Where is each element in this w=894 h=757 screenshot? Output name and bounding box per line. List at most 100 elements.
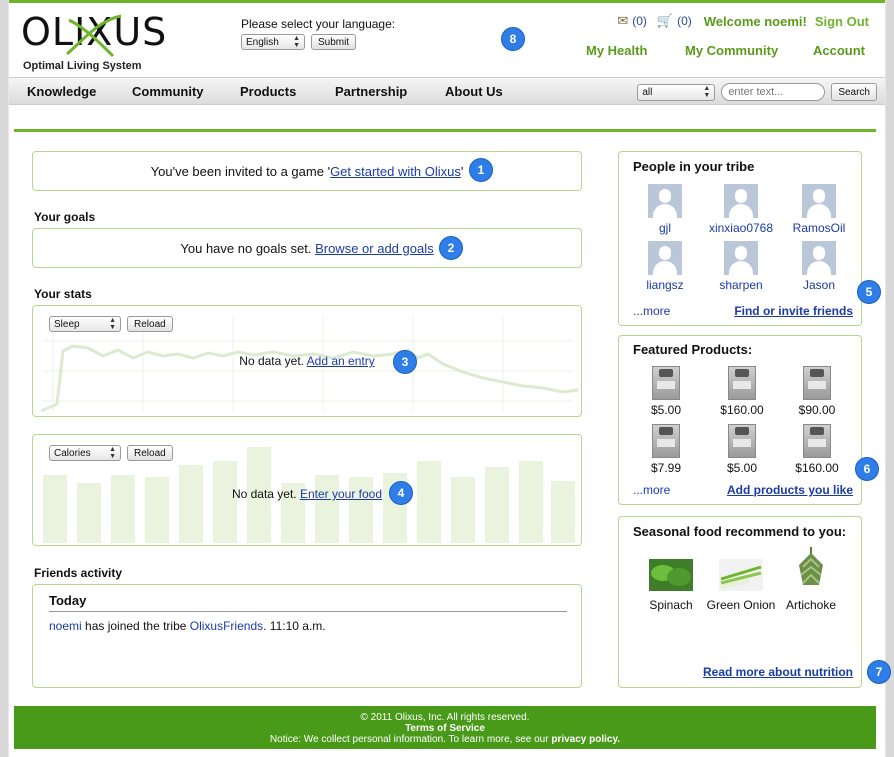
read-more-nutrition-link[interactable]: Read more about nutrition	[703, 665, 853, 679]
select-arrows-icon: ▲ ▼	[703, 85, 711, 99]
menu-about-us[interactable]: About Us	[445, 84, 503, 99]
annotation-badge-2: 2	[439, 236, 463, 260]
tribe-box: People in your tribe gjl xinxiao0768 Ram…	[618, 151, 862, 326]
annotation-badge-7: 7	[867, 660, 891, 684]
find-invite-friends-link[interactable]: Find or invite friends	[734, 304, 853, 318]
select-arrows-icon: ▲ ▼	[109, 446, 116, 460]
select-arrows-icon: ▲ ▼	[293, 35, 300, 49]
sleep-select[interactable]: Sleep ▲ ▼	[49, 316, 121, 332]
user-bar: ✉ (0) 🛒 (0) Welcome noemi! Sign Out	[617, 13, 869, 29]
sleep-reload-button[interactable]: Reload	[127, 316, 173, 332]
sleep-chart-box: Sleep ▲ ▼ Reload No data yet. Add an entr…	[32, 305, 582, 417]
menu-products[interactable]: Products	[240, 84, 296, 99]
food-item[interactable]: Artichoke	[775, 545, 847, 612]
cart-icon[interactable]: 🛒	[657, 13, 673, 29]
avatar-icon	[802, 184, 836, 218]
search-scope-select[interactable]: all ▲ ▼	[637, 83, 716, 101]
nav-account[interactable]: Account	[813, 43, 865, 58]
activity-divider	[49, 611, 567, 612]
product-item[interactable]: $5.00	[631, 366, 701, 417]
sign-out-link[interactable]: Sign Out	[815, 14, 869, 29]
products-more-link[interactable]: ...more	[633, 483, 670, 497]
invite-text: You've been invited to a game '	[150, 164, 331, 179]
browse-goals-link[interactable]: Browse or add goals	[315, 241, 434, 256]
food-item[interactable]: Green Onion	[705, 559, 777, 612]
tribe-member[interactable]: sharpen	[701, 241, 781, 292]
nav-my-health[interactable]: My Health	[586, 43, 647, 58]
avatar-icon	[648, 241, 682, 275]
language-select[interactable]: English ▲ ▼	[241, 34, 305, 50]
olixus-logo[interactable]: OLIXUS Optimal Living System	[21, 10, 171, 74]
privacy-policy-link[interactable]: privacy policy.	[551, 734, 620, 745]
annotation-badge-8: 8	[501, 27, 525, 51]
messages-count[interactable]: (0)	[632, 14, 647, 28]
product-item[interactable]: $5.00	[707, 424, 777, 475]
tribe-member[interactable]: xinxiao0768	[701, 184, 781, 235]
copyright-text: © 2011 Olixus, Inc. All rights reserved.	[360, 712, 530, 723]
tribe-member[interactable]: RamosOil	[779, 184, 859, 235]
product-jar-icon	[728, 366, 756, 400]
annotation-badge-6: 6	[855, 457, 879, 481]
activity-tribe-link[interactable]: OlixusFriends	[190, 619, 263, 633]
content-divider	[14, 129, 876, 132]
main-navbar: Knowledge Community Products Partnership…	[9, 77, 885, 105]
annotation-badge-1: 1	[469, 158, 493, 182]
calories-no-data-text: No data yet.	[231, 487, 300, 501]
cart-count[interactable]: (0)	[677, 14, 692, 28]
avatar-icon	[724, 241, 758, 275]
activity-entry: noemi has joined the tribe OlixusFriends…	[49, 619, 326, 633]
tribe-title: People in your tribe	[633, 159, 755, 174]
product-item[interactable]: $7.99	[631, 424, 701, 475]
avatar-icon	[724, 184, 758, 218]
terms-link[interactable]: Terms of Service	[14, 723, 876, 734]
tribe-member[interactable]: liangsz	[625, 241, 705, 292]
food-item[interactable]: Spinach	[635, 559, 707, 612]
invite-suffix: '	[460, 164, 464, 179]
language-prompt: Please select your language:	[241, 17, 396, 31]
logo-swoosh-icon	[66, 14, 122, 58]
menu-partnership[interactable]: Partnership	[335, 84, 407, 99]
activity-day-heading: Today	[49, 593, 87, 608]
friends-activity-heading: Friends activity	[34, 566, 123, 580]
featured-products-box: Featured Products: $5.00 $160.00 $90.00 …	[618, 335, 862, 505]
language-submit-button[interactable]: Submit	[311, 34, 357, 50]
product-jar-icon	[728, 424, 756, 458]
product-item[interactable]: $160.00	[707, 366, 777, 417]
add-products-link[interactable]: Add products you like	[727, 483, 853, 497]
invite-box: You've been invited to a game 'Get start…	[32, 151, 582, 191]
product-jar-icon	[803, 366, 831, 400]
calories-reload-button[interactable]: Reload	[127, 445, 173, 461]
friends-activity-box: Today noemi has joined the tribe OlixusF…	[32, 584, 582, 688]
tribe-member[interactable]: Jason	[779, 241, 859, 292]
search-button[interactable]: Search	[831, 83, 877, 101]
messages-icon[interactable]: ✉	[617, 13, 628, 29]
stats-heading: Your stats	[34, 287, 92, 301]
page: OLIXUS Optimal Living System Please sele…	[8, 0, 891, 757]
tribe-member[interactable]: gjl	[625, 184, 705, 235]
calories-select[interactable]: Calories ▲ ▼	[49, 445, 121, 461]
seasonal-title: Seasonal food recommend to you:	[633, 524, 847, 539]
menu-knowledge[interactable]: Knowledge	[27, 84, 96, 99]
nav-my-community[interactable]: My Community	[685, 43, 778, 58]
search-input[interactable]: enter text...	[721, 83, 826, 101]
annotation-badge-3: 3	[393, 350, 417, 374]
product-item[interactable]: $160.00	[782, 424, 852, 475]
top-accent-line	[9, 0, 885, 3]
invite-game-link[interactable]: Get started with Olixus	[330, 164, 461, 179]
enter-food-link[interactable]: Enter your food	[300, 487, 382, 501]
add-entry-link[interactable]: Add an entry	[307, 354, 375, 368]
avatar-icon	[802, 241, 836, 275]
activity-user-link[interactable]: noemi	[49, 619, 82, 633]
language-selector: Please select your language: English ▲ ▼ …	[241, 17, 395, 50]
menu-community[interactable]: Community	[132, 84, 204, 99]
avatar-icon	[648, 184, 682, 218]
product-jar-icon	[652, 366, 680, 400]
logo-tagline: Optimal Living System	[23, 60, 142, 72]
product-item[interactable]: $90.00	[782, 366, 852, 417]
artichoke-icon	[799, 547, 823, 585]
tribe-more-link[interactable]: ...more	[633, 304, 670, 318]
welcome-text: Welcome noemi!	[703, 13, 807, 29]
goals-box: You have no goals set. Browse or add goa…	[32, 228, 582, 268]
annotation-badge-4: 4	[389, 481, 413, 505]
spinach-icon	[649, 559, 693, 591]
